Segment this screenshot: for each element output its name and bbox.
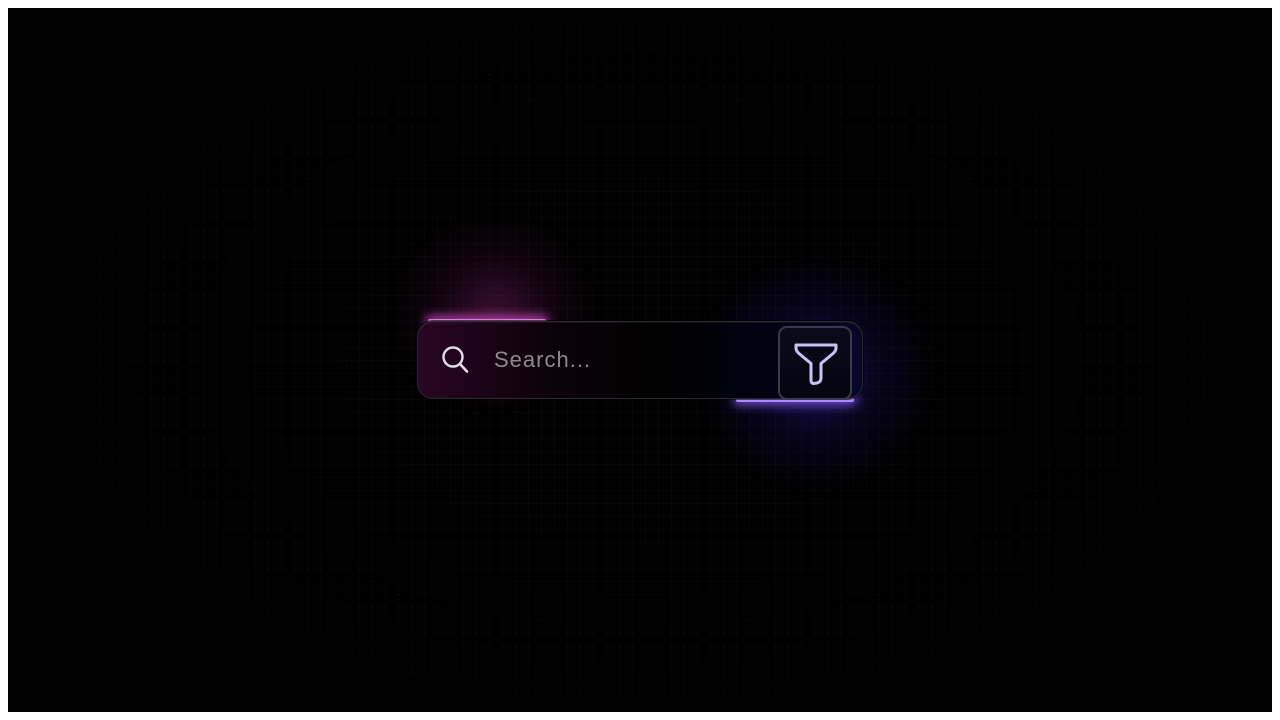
search-input[interactable] (494, 344, 764, 376)
filter-button[interactable] (778, 326, 852, 400)
filter-icon (792, 339, 840, 387)
search-icon[interactable] (440, 344, 472, 376)
search-bar (417, 321, 863, 400)
page-background (8, 8, 1272, 712)
